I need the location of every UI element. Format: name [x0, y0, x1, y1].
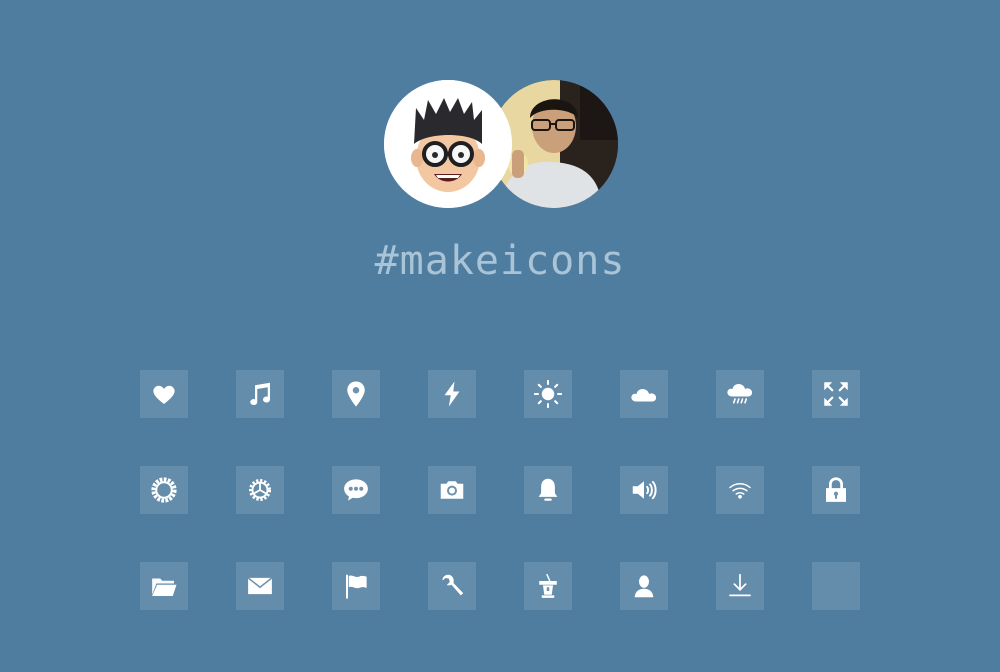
wifi-icon[interactable]: [716, 466, 764, 514]
podium-icon[interactable]: [524, 562, 572, 610]
heart-icon[interactable]: [140, 370, 188, 418]
lock-icon[interactable]: [812, 466, 860, 514]
lightning-bolt-icon[interactable]: [428, 370, 476, 418]
avatar-group: [384, 80, 624, 208]
gear-icon[interactable]: [236, 466, 284, 514]
folder-icon[interactable]: [140, 562, 188, 610]
expand-arrows-icon[interactable]: [812, 370, 860, 418]
cloud-icon[interactable]: [620, 370, 668, 418]
music-note-icon[interactable]: [236, 370, 284, 418]
bell-icon[interactable]: [524, 466, 572, 514]
chat-bubble-icon[interactable]: [332, 466, 380, 514]
download-icon[interactable]: [716, 562, 764, 610]
map-pin-icon[interactable]: [332, 370, 380, 418]
hashtag-title: #makeicons: [374, 238, 626, 284]
mail-envelope-icon[interactable]: [236, 562, 284, 610]
flag-icon[interactable]: [332, 562, 380, 610]
rain-cloud-icon[interactable]: [716, 370, 764, 418]
settings-ring-icon[interactable]: [140, 466, 188, 514]
camera-icon[interactable]: [428, 466, 476, 514]
empty-slot: [812, 562, 860, 610]
sun-icon[interactable]: [524, 370, 572, 418]
user-icon[interactable]: [620, 562, 668, 610]
wrench-icon[interactable]: [428, 562, 476, 610]
speaker-volume-icon[interactable]: [620, 466, 668, 514]
memoji-avatar: [384, 80, 512, 208]
